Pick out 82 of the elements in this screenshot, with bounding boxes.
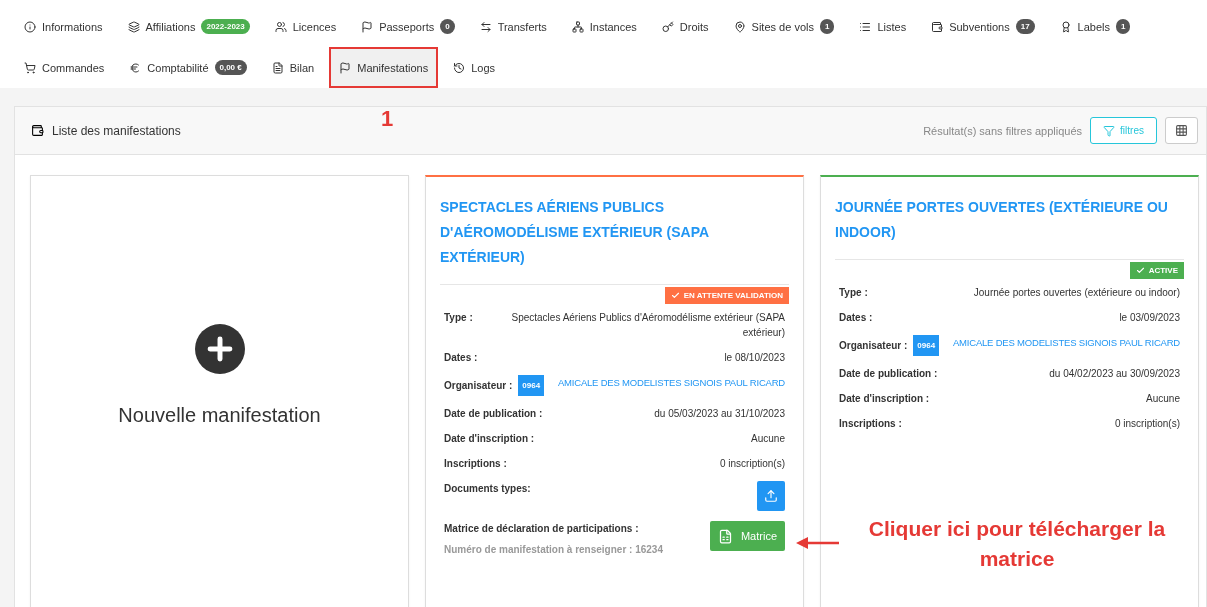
history-icon — [453, 61, 466, 74]
nav-tab[interactable]: Licences — [264, 6, 347, 47]
status-label: EN ATTENTE VALIDATION — [664, 287, 789, 304]
field-value: 0 inscription(s) — [1114, 417, 1180, 431]
filter-icon — [1103, 124, 1116, 137]
field-value: 0 inscription(s) — [719, 457, 785, 471]
nav-tab[interactable]: Subventions 17 — [921, 6, 1045, 47]
nav-tab[interactable]: Informations — [14, 6, 113, 47]
club-code: 0964 — [518, 375, 545, 396]
card-label: Nouvelle manifestation — [118, 403, 321, 427]
nav-tab[interactable]: Droits — [651, 6, 719, 47]
info-icon — [24, 20, 36, 33]
field-label: Organisateur : — [444, 379, 513, 393]
nav-tab[interactable]: Sites de vols 1 — [723, 6, 845, 47]
step-number: 1 — [381, 106, 394, 132]
field-note: Numéro de manifestation à renseigner : 16234 — [444, 543, 663, 557]
field-label: Matrice de déclaration de participations : — [444, 522, 640, 536]
count-badge: 1 — [1116, 19, 1131, 34]
field-value: Aucune — [751, 432, 785, 446]
field-label: Date d'inscription : — [839, 392, 930, 406]
nav-tab[interactable]: Instances — [561, 6, 647, 47]
spreadsheet-icon — [717, 528, 733, 544]
nav-tab[interactable]: Transferts — [469, 6, 557, 47]
field-label: Date de publication : — [839, 367, 938, 381]
callout-text: Cliquer ici pour télécharger la matrice — [867, 516, 1167, 572]
field-label: Date de publication : — [444, 407, 543, 421]
upload-icon — [764, 489, 778, 503]
result-text: Résultat(s) sans filtres appliqués — [923, 124, 1083, 137]
nav-tab[interactable]: Comptabilité 0,00 € — [119, 47, 257, 88]
field-value: du 04/02/2023 au 30/09/2023 — [1049, 367, 1180, 381]
cart-icon — [24, 61, 36, 74]
flag-icon — [361, 20, 374, 33]
count-badge: 17 — [1015, 19, 1035, 34]
arrow-icon — [795, 536, 841, 550]
award-icon — [1059, 20, 1072, 33]
grid-button[interactable] — [1165, 117, 1198, 144]
field-label: Inscriptions : — [839, 417, 902, 431]
hierarchy-icon — [571, 20, 584, 33]
field-value: du 05/03/2023 au 31/10/2023 — [654, 407, 785, 421]
field-label: Documents types: — [444, 482, 531, 496]
grid-icon — [1175, 124, 1188, 137]
nav-tab[interactable]: Bilan — [261, 47, 325, 88]
field-label: Type : — [839, 286, 868, 300]
check-icon — [1135, 266, 1145, 275]
nav-tab[interactable]: Labels 1 — [1049, 6, 1141, 47]
field-label: Dates : — [839, 311, 873, 325]
panel-title: Liste des manifestations — [52, 123, 182, 138]
layers-icon — [127, 20, 140, 33]
nav-tab[interactable]: Passeports 0 — [351, 6, 465, 47]
document-icon — [271, 61, 284, 74]
count-badge: 2022-2023 — [201, 19, 250, 34]
key-icon — [661, 20, 674, 33]
count-badge: 0,00 € — [214, 60, 247, 75]
nav-tab[interactable]: Listes — [849, 6, 917, 47]
count-badge: 1 — [819, 19, 835, 34]
field-value: le 03/09/2023 — [1119, 311, 1180, 325]
field-label: Organisateur : — [839, 339, 908, 353]
field-label: Type : — [444, 311, 473, 325]
nav-tab[interactable]: Commandes — [14, 47, 115, 88]
list-icon — [859, 20, 872, 33]
field-value: Aucune — [1146, 392, 1180, 406]
field-label: Inscriptions : — [444, 457, 507, 471]
status-label: ACTIVE — [1129, 262, 1184, 279]
nav-tab[interactable]: Manifestations — [329, 47, 439, 88]
club-code: 0964 — [913, 335, 940, 356]
check-icon — [670, 291, 680, 300]
flag-icon — [339, 61, 352, 74]
field-label: Date d'inscription : — [444, 432, 535, 446]
field-value: Spectacles Aériens Publics d'Aéromodélisme extérieur (SAPA extérieur) — [510, 311, 785, 340]
arrows-icon — [479, 20, 492, 33]
count-badge: 0 — [440, 19, 455, 34]
nav-tab[interactable]: Logs — [443, 47, 505, 88]
field-label: Dates : — [444, 351, 478, 365]
field-value: Journée portes ouvertes (extérieure ou indoor) — [973, 286, 1180, 300]
wallet-icon — [931, 20, 944, 33]
pin-icon — [733, 20, 746, 33]
wallet-icon — [31, 124, 44, 137]
field-value: le 08/10/2023 — [724, 351, 785, 365]
nav-tab[interactable]: Affiliations 2022-2023 — [117, 6, 260, 47]
new-event-card[interactable]: Nouvelle manifestation — [30, 175, 409, 607]
users-icon — [274, 20, 287, 33]
euro-icon — [129, 61, 142, 74]
